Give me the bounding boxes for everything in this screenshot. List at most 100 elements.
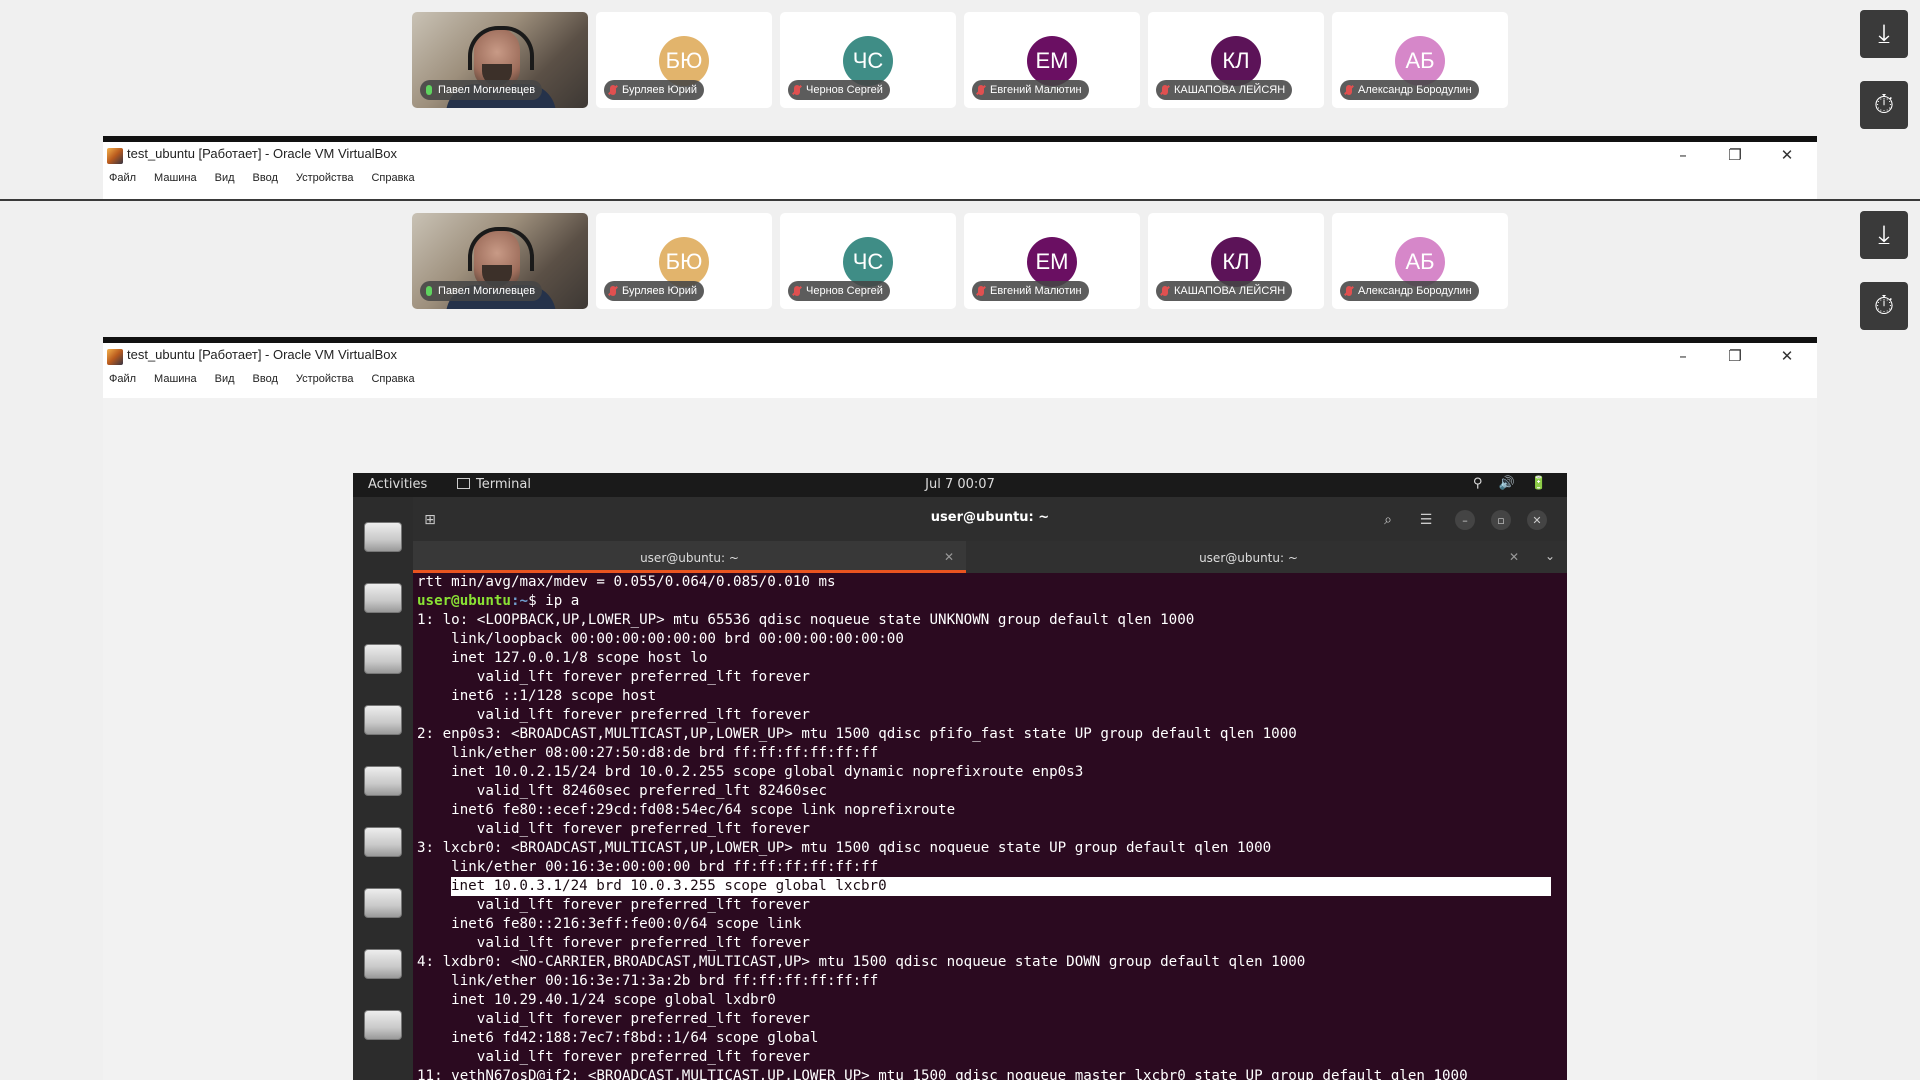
terminal-line: inet6 fe80::216:3eff:fe00:0/64 scope lin… [417,916,802,932]
participant-name: Чернов Сергей [806,285,883,297]
drive-icon[interactable] [364,1010,402,1040]
terminal-prompt-line: user@ubuntu:~$ ip a [417,592,579,611]
menu-input[interactable]: Ввод [253,172,278,184]
minimize-button[interactable]: – [1673,347,1693,365]
terminal-line: inet 10.29.40.1/24 scope global lxdbr0 [417,992,776,1008]
drive-icon[interactable] [364,644,402,674]
terminal-selected-line[interactable]: inet 10.0.3.1/24 brd 10.0.3.255 scope gl… [451,877,1551,896]
participant-tile[interactable]: ЧС Чернов Сергей [780,12,956,108]
participant-name: Евгений Малютин [990,285,1082,297]
menu-machine[interactable]: Машина [154,172,197,184]
participant-tile[interactable]: ЧС Чернов Сергей [780,213,956,309]
menu-devices[interactable]: Устройства [296,172,354,184]
drive-icon[interactable] [364,583,402,613]
participant-name-tag: Александр Бородулин [1340,80,1479,100]
menu-input[interactable]: Ввод [253,373,278,385]
mic-muted-icon [1346,85,1352,95]
download-icon: ⤓ [1878,219,1890,250]
chevron-down-icon[interactable]: ⌄ [1545,549,1555,563]
menu-help[interactable]: Справка [371,373,414,385]
terminal-line: link/ether 08:00:27:50:d8:de brd ff:ff:f… [417,745,879,761]
tab-terminal-1[interactable]: user@ubuntu: ~ ✕ [413,541,966,573]
timer-icon: ⏱ [1873,89,1895,120]
participant-name-tag: Павел Могилевцев [420,281,543,301]
mic-muted-icon [610,286,616,296]
headset-shape [468,227,534,271]
mic-muted-icon [1346,286,1352,296]
activities-button[interactable]: Activities [368,477,427,492]
close-button[interactable]: ✕ [1777,347,1797,365]
participant-tile[interactable]: ЕМ Евгений Малютин [964,213,1140,309]
participant-name-tag: Евгений Малютин [972,80,1089,100]
participant-tile[interactable]: КЛ КАШАПОВА ЛЕЙСЯН [1148,12,1324,108]
mic-muted-icon [978,286,984,296]
minimize-button[interactable]: – [1673,146,1693,164]
participant-tile-video[interactable]: Павел Могилевцев [412,213,588,309]
participant-name-tag: Чернов Сергей [788,281,890,301]
menu-help[interactable]: Справка [371,172,414,184]
timer-icon: ⏱ [1873,290,1895,321]
mic-on-icon [426,85,432,95]
ubuntu-desktop: Activities Terminal Jul 7 00:07 ⚲ 🔊 🔋 ⊞ … [353,473,1567,1080]
timer-button[interactable]: ⏱ [1860,282,1908,330]
terminal-line: valid_lft 82460sec preferred_lft 82460se… [417,783,827,799]
clock[interactable]: Jul 7 00:07 [925,477,995,492]
restore-button[interactable]: ❐ [1725,347,1745,365]
tab-close-icon[interactable]: ✕ [944,550,954,564]
participant-avatar: АБ [1395,237,1445,287]
terminal-line: inet6 fe80::ecef:29cd:fd08:54ec/64 scope… [417,802,956,818]
terminal-line: valid_lft forever preferred_lft forever [417,669,810,685]
terminal-header-bar: ⊞ user@ubuntu: ~ ⌕ ☰ – ▫ ✕ [413,497,1567,541]
terminal-line: inet6 ::1/128 scope host [417,688,657,704]
menu-file[interactable]: Файл [109,172,136,184]
terminal-line: 11: vethN67osD@if2: <BROADCAST,MULTICAST… [417,1068,1468,1080]
system-tray[interactable]: ⚲ 🔊 🔋 [1473,476,1553,491]
close-icon[interactable]: ✕ [1527,510,1547,530]
drive-icon[interactable] [364,827,402,857]
participant-name: КАШАПОВА ЛЕЙСЯН [1174,84,1286,96]
minimize-icon[interactable]: – [1455,510,1475,530]
participant-name-tag: Евгений Малютин [972,281,1089,301]
participant-avatar: БЮ [659,237,709,287]
tab-terminal-2[interactable]: user@ubuntu: ~ ✕ [966,541,1531,573]
vbox-window-bar: test_ubuntu [Работает] - Oracle VM Virtu… [103,142,1817,200]
terminal-output[interactable]: rtt min/avg/max/mdev = 0.055/0.064/0.085… [413,573,1567,1080]
mic-muted-icon [794,85,800,95]
hamburger-menu-icon[interactable]: ☰ [1413,507,1439,533]
participant-tile-video[interactable]: Павел Могилевцев [412,12,588,108]
timer-button[interactable]: ⏱ [1860,81,1908,129]
download-button[interactable]: ⤓ [1860,211,1908,259]
tab-close-icon[interactable]: ✕ [1509,550,1519,564]
menu-view[interactable]: Вид [215,172,235,184]
menu-file[interactable]: Файл [109,373,136,385]
menu-devices[interactable]: Устройства [296,373,354,385]
menu-view[interactable]: Вид [215,373,235,385]
participant-tile[interactable]: АБ Александр Бородулин [1332,12,1508,108]
terminal-line: valid_lft forever preferred_lft forever [417,821,810,837]
menu-machine[interactable]: Машина [154,373,197,385]
close-button[interactable]: ✕ [1777,146,1797,164]
drive-icon[interactable] [364,888,402,918]
download-button[interactable]: ⤓ [1860,10,1908,58]
vbox-menu-bar: Файл Машина Вид Ввод Устройства Справка [109,373,433,385]
download-icon: ⤓ [1878,18,1890,49]
participant-name: Александр Бородулин [1358,84,1472,96]
participant-name: Бурляев Юрий [622,285,698,297]
restore-button[interactable]: ❐ [1725,146,1745,164]
tab-label: user@ubuntu: ~ [640,551,739,565]
participant-tile[interactable]: ЕМ Евгений Малютин [964,12,1140,108]
terminal-line: valid_lft forever preferred_lft forever [417,935,810,951]
participant-tile[interactable]: БЮ Бурляев Юрий [596,213,772,309]
search-icon[interactable]: ⌕ [1375,507,1401,533]
drive-icon[interactable] [364,766,402,796]
drive-icon[interactable] [364,705,402,735]
participant-tile[interactable]: КЛ КАШАПОВА ЛЕЙСЯН [1148,213,1324,309]
maximize-icon[interactable]: ▫ [1491,510,1511,530]
terminal-app-menu[interactable]: Terminal [457,477,531,492]
participant-tile[interactable]: АБ Александр Бородулин [1332,213,1508,309]
drive-icon[interactable] [364,949,402,979]
mic-on-icon [426,286,432,296]
terminal-line: inet 127.0.0.1/8 scope host lo [417,650,708,666]
participant-tile[interactable]: БЮ Бурляев Юрий [596,12,772,108]
drive-icon[interactable] [364,522,402,552]
